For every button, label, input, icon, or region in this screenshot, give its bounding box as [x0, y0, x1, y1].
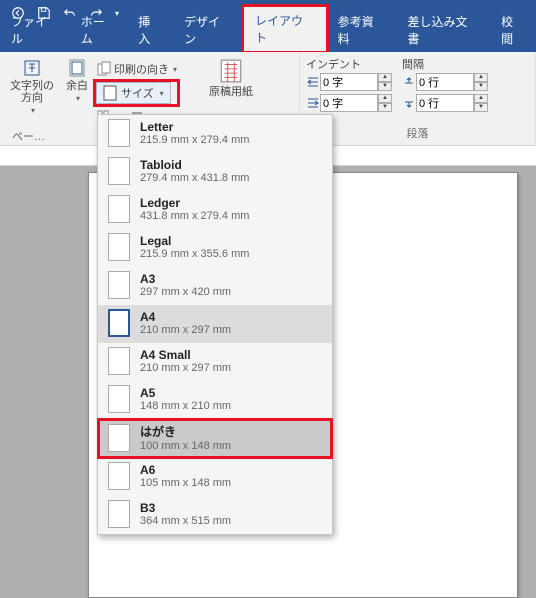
size-dropdown-menu: Letter 215.9 mm x 279.4 mm Tabloid 279.4…: [97, 114, 333, 535]
size-option-name: A3: [140, 272, 231, 286]
tab-home[interactable]: ホーム: [70, 8, 127, 52]
page-thumb-icon: [108, 424, 130, 452]
size-option-name: A4: [140, 310, 231, 324]
chevron-down-icon: ▾: [31, 106, 35, 115]
tab-references[interactable]: 参考資料: [327, 8, 397, 52]
size-option-dims: 148 mm x 210 mm: [140, 400, 231, 412]
tab-design[interactable]: デザイン: [173, 8, 243, 52]
size-option-dims: 210 mm x 297 mm: [140, 362, 231, 374]
size-option[interactable]: Legal 215.9 mm x 355.6 mm: [98, 229, 332, 267]
page-thumb-icon: [108, 462, 130, 490]
indent-left-input[interactable]: [320, 73, 378, 91]
size-option-name: Legal: [140, 234, 249, 248]
orientation-button[interactable]: 印刷の向き ▾: [96, 58, 177, 80]
chevron-down-icon: ▾: [76, 94, 80, 103]
size-option[interactable]: A4 Small 210 mm x 297 mm: [98, 343, 332, 381]
tab-review[interactable]: 校閲: [490, 8, 536, 52]
tab-mailings[interactable]: 差し込み文書: [396, 8, 490, 52]
page-thumb-icon: [108, 309, 130, 337]
size-option-name: A5: [140, 386, 231, 400]
ribbon-tabs: ファイル ホーム 挿入 デザイン レイアウト 参考資料 差し込み文書 校閲: [0, 26, 536, 52]
size-option-dims: 105 mm x 148 mm: [140, 477, 231, 489]
page-thumb-icon: [108, 195, 130, 223]
text-direction-button[interactable]: 文字列の 方向 ▾: [6, 56, 58, 128]
size-option[interactable]: A4 210 mm x 297 mm: [98, 305, 332, 343]
size-option-name: はがき: [140, 423, 231, 440]
group-paragraph-label: 段落: [306, 125, 529, 143]
size-option[interactable]: B3 364 mm x 515 mm: [98, 496, 332, 534]
size-option[interactable]: はがき 100 mm x 148 mm: [98, 419, 332, 458]
spacing-after-input[interactable]: [416, 94, 474, 112]
size-option-dims: 215.9 mm x 279.4 mm: [140, 134, 249, 146]
indent-right-input[interactable]: [320, 94, 378, 112]
size-option[interactable]: Tabloid 279.4 mm x 431.8 mm: [98, 153, 332, 191]
size-option-dims: 364 mm x 515 mm: [140, 515, 231, 527]
size-option[interactable]: A6 105 mm x 148 mm: [98, 458, 332, 496]
indent-right-spinner[interactable]: ▲▼: [306, 93, 392, 113]
size-option-name: A4 Small: [140, 348, 231, 362]
page-thumb-icon: [108, 157, 130, 185]
page-thumb-icon: [108, 119, 130, 147]
size-option-dims: 297 mm x 420 mm: [140, 286, 231, 298]
page-thumb-icon: [108, 271, 130, 299]
page-thumb-icon: [108, 385, 130, 413]
size-option-dims: 215.9 mm x 355.6 mm: [140, 248, 249, 260]
size-option-dims: 210 mm x 297 mm: [140, 324, 231, 336]
page-thumb-icon: [108, 233, 130, 261]
size-option[interactable]: A5 148 mm x 210 mm: [98, 381, 332, 419]
spacing-after-spinner[interactable]: ▲▼: [402, 93, 488, 113]
size-button[interactable]: サイズ ▾: [96, 82, 171, 104]
size-option[interactable]: Letter 215.9 mm x 279.4 mm: [98, 115, 332, 153]
size-option-name: A6: [140, 463, 231, 477]
spacing-heading: 間隔: [402, 56, 488, 72]
tab-layout[interactable]: レイアウト: [243, 6, 327, 52]
margins-button[interactable]: 余白 ▾: [62, 56, 92, 128]
size-option-dims: 100 mm x 148 mm: [140, 440, 231, 452]
chevron-down-icon: ▾: [160, 89, 164, 98]
page-thumb-icon: [108, 347, 130, 375]
size-option-dims: 431.8 mm x 279.4 mm: [140, 210, 249, 222]
size-option-dims: 279.4 mm x 431.8 mm: [140, 172, 249, 184]
tab-insert[interactable]: 挿入: [127, 8, 173, 52]
size-option-name: Tabloid: [140, 158, 249, 172]
chevron-down-icon: ▾: [173, 65, 177, 74]
size-option-name: Ledger: [140, 196, 249, 210]
size-option[interactable]: A3 297 mm x 420 mm: [98, 267, 332, 305]
tab-file[interactable]: ファイル: [0, 8, 70, 52]
page-thumb-icon: [108, 500, 130, 528]
size-option-name: Letter: [140, 120, 249, 134]
spacing-before-spinner[interactable]: ▲▼: [402, 72, 488, 92]
size-option[interactable]: Ledger 431.8 mm x 279.4 mm: [98, 191, 332, 229]
indent-left-spinner[interactable]: ▲▼: [306, 72, 392, 92]
spacing-before-input[interactable]: [416, 73, 474, 91]
indent-heading: インデント: [306, 56, 392, 72]
size-option-name: B3: [140, 501, 231, 515]
